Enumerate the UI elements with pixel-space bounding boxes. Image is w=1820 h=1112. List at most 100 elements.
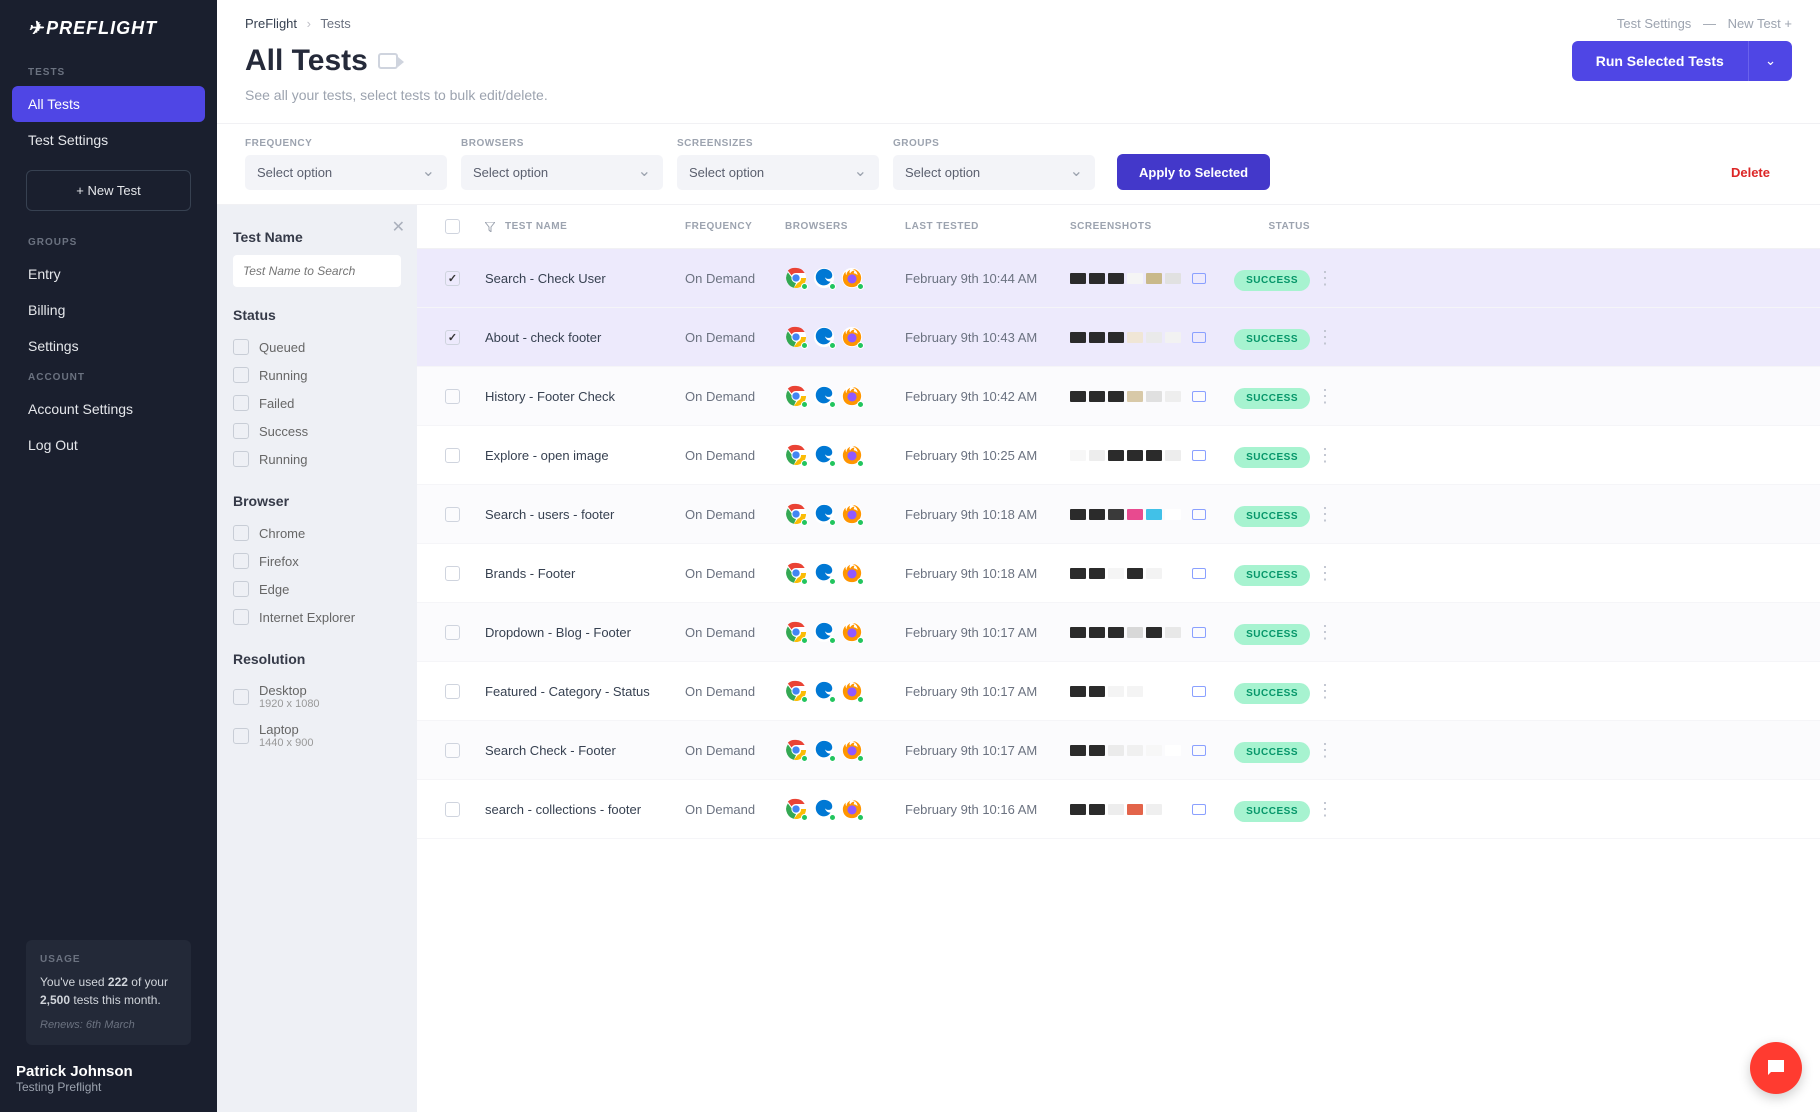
screenshot-thumb[interactable] <box>1146 509 1162 520</box>
row-actions-menu[interactable]: ⋮ <box>1310 386 1340 407</box>
row-test-name[interactable]: About - check footer <box>485 330 685 345</box>
table-row[interactable]: Search Check - Footer On Demand February… <box>417 721 1820 780</box>
select-all-checkbox[interactable] <box>445 219 460 234</box>
table-row[interactable]: About - check footer On Demand February … <box>417 308 1820 367</box>
screenshot-thumb[interactable] <box>1108 509 1124 520</box>
screenshot-thumb[interactable] <box>1127 745 1143 756</box>
screenshot-thumb[interactable] <box>1165 686 1181 697</box>
screenshot-thumb[interactable] <box>1165 509 1181 520</box>
screenshot-thumb[interactable] <box>1165 627 1181 638</box>
row-actions-menu[interactable]: ⋮ <box>1310 681 1340 702</box>
nav-settings[interactable]: Settings <box>12 328 205 364</box>
screenshot-thumb[interactable] <box>1070 391 1086 402</box>
screenshot-thumb[interactable] <box>1146 804 1162 815</box>
screenshot-thumb[interactable] <box>1146 627 1162 638</box>
table-row[interactable]: History - Footer Check On Demand Februar… <box>417 367 1820 426</box>
screenshot-thumb[interactable] <box>1127 332 1143 343</box>
bulk-screensizes-select[interactable]: Select option <box>677 155 879 190</box>
row-checkbox[interactable] <box>445 330 460 345</box>
table-row[interactable]: Search - Check User On Demand February 9… <box>417 249 1820 308</box>
screenshot-thumb[interactable] <box>1165 391 1181 402</box>
screenshot-thumb[interactable] <box>1108 391 1124 402</box>
screenshot-thumb[interactable] <box>1165 804 1181 815</box>
screenshot-thumb[interactable] <box>1165 273 1181 284</box>
row-actions-menu[interactable]: ⋮ <box>1310 268 1340 289</box>
monitor-icon[interactable] <box>1192 273 1206 284</box>
screenshot-thumb[interactable] <box>1146 568 1162 579</box>
screenshot-thumb[interactable] <box>1165 450 1181 461</box>
bulk-groups-select[interactable]: Select option <box>893 155 1095 190</box>
breadcrumb-root[interactable]: PreFlight <box>245 16 297 31</box>
nav-all-tests[interactable]: All Tests <box>12 86 205 122</box>
screenshot-thumb[interactable] <box>1070 804 1086 815</box>
delete-button[interactable]: Delete <box>1709 155 1792 190</box>
monitor-icon[interactable] <box>1192 391 1206 402</box>
row-checkbox[interactable] <box>445 743 460 758</box>
screenshot-thumb[interactable] <box>1089 273 1105 284</box>
monitor-icon[interactable] <box>1192 332 1206 343</box>
row-checkbox[interactable] <box>445 507 460 522</box>
screenshot-thumb[interactable] <box>1089 450 1105 461</box>
filter-test-name-input[interactable] <box>233 255 401 287</box>
screenshot-thumb[interactable] <box>1108 273 1124 284</box>
screenshot-thumb[interactable] <box>1165 745 1181 756</box>
screenshot-thumb[interactable] <box>1108 627 1124 638</box>
apply-to-selected-button[interactable]: Apply to Selected <box>1117 154 1270 190</box>
screenshot-thumb[interactable] <box>1089 745 1105 756</box>
nav-entry[interactable]: Entry <box>12 256 205 292</box>
screenshot-thumb[interactable] <box>1127 686 1143 697</box>
table-row[interactable]: search - collections - footer On Demand … <box>417 780 1820 839</box>
monitor-icon[interactable] <box>1192 509 1206 520</box>
table-row[interactable]: Search - users - footer On Demand Februa… <box>417 485 1820 544</box>
nav-account-settings[interactable]: Account Settings <box>12 391 205 427</box>
row-actions-menu[interactable]: ⋮ <box>1310 563 1340 584</box>
screenshot-thumb[interactable] <box>1127 391 1143 402</box>
row-test-name[interactable]: Explore - open image <box>485 448 685 463</box>
screenshot-thumb[interactable] <box>1108 450 1124 461</box>
filter-status-running[interactable]: Running <box>233 445 401 473</box>
screenshot-thumb[interactable] <box>1070 450 1086 461</box>
screenshot-thumb[interactable] <box>1108 686 1124 697</box>
link-new-test[interactable]: New Test + <box>1728 16 1792 31</box>
table-row[interactable]: Dropdown - Blog - Footer On Demand Febru… <box>417 603 1820 662</box>
row-test-name[interactable]: Search Check - Footer <box>485 743 685 758</box>
row-actions-menu[interactable]: ⋮ <box>1310 799 1340 820</box>
screenshot-thumb[interactable] <box>1165 568 1181 579</box>
screenshot-thumb[interactable] <box>1146 686 1162 697</box>
row-checkbox[interactable] <box>445 684 460 699</box>
nav-billing[interactable]: Billing <box>12 292 205 328</box>
screenshot-thumb[interactable] <box>1127 450 1143 461</box>
screenshot-thumb[interactable] <box>1070 686 1086 697</box>
screenshot-thumb[interactable] <box>1127 509 1143 520</box>
filter-status-running[interactable]: Running <box>233 361 401 389</box>
filter-resolution-laptop[interactable]: Laptop1440 x 900 <box>233 716 401 755</box>
screenshot-thumb[interactable] <box>1127 627 1143 638</box>
screenshot-thumb[interactable] <box>1146 273 1162 284</box>
screenshot-thumb[interactable] <box>1070 273 1086 284</box>
row-test-name[interactable]: Search - users - footer <box>485 507 685 522</box>
user-block[interactable]: Patrick Johnson Testing Preflight <box>0 1063 217 1094</box>
row-checkbox[interactable] <box>445 566 460 581</box>
screenshot-thumb[interactable] <box>1146 745 1162 756</box>
chevron-down-icon[interactable]: ⌄ <box>1748 41 1792 81</box>
screenshot-thumb[interactable] <box>1089 804 1105 815</box>
screenshot-thumb[interactable] <box>1089 627 1105 638</box>
screenshot-thumb[interactable] <box>1070 568 1086 579</box>
monitor-icon[interactable] <box>1192 627 1206 638</box>
row-checkbox[interactable] <box>445 802 460 817</box>
filter-browser-edge[interactable]: Edge <box>233 575 401 603</box>
filter-browser-chrome[interactable]: Chrome <box>233 519 401 547</box>
screenshot-thumb[interactable] <box>1108 804 1124 815</box>
screenshot-thumb[interactable] <box>1165 332 1181 343</box>
row-actions-menu[interactable]: ⋮ <box>1310 445 1340 466</box>
screenshot-thumb[interactable] <box>1146 391 1162 402</box>
filter-status-queued[interactable]: Queued <box>233 333 401 361</box>
chat-fab[interactable] <box>1750 1042 1802 1094</box>
filter-status-failed[interactable]: Failed <box>233 389 401 417</box>
row-checkbox[interactable] <box>445 389 460 404</box>
monitor-icon[interactable] <box>1192 568 1206 579</box>
table-row[interactable]: Explore - open image On Demand February … <box>417 426 1820 485</box>
filter-resolution-desktop[interactable]: Desktop1920 x 1080 <box>233 677 401 716</box>
link-test-settings[interactable]: Test Settings <box>1617 16 1691 31</box>
row-test-name[interactable]: Featured - Category - Status <box>485 684 685 699</box>
